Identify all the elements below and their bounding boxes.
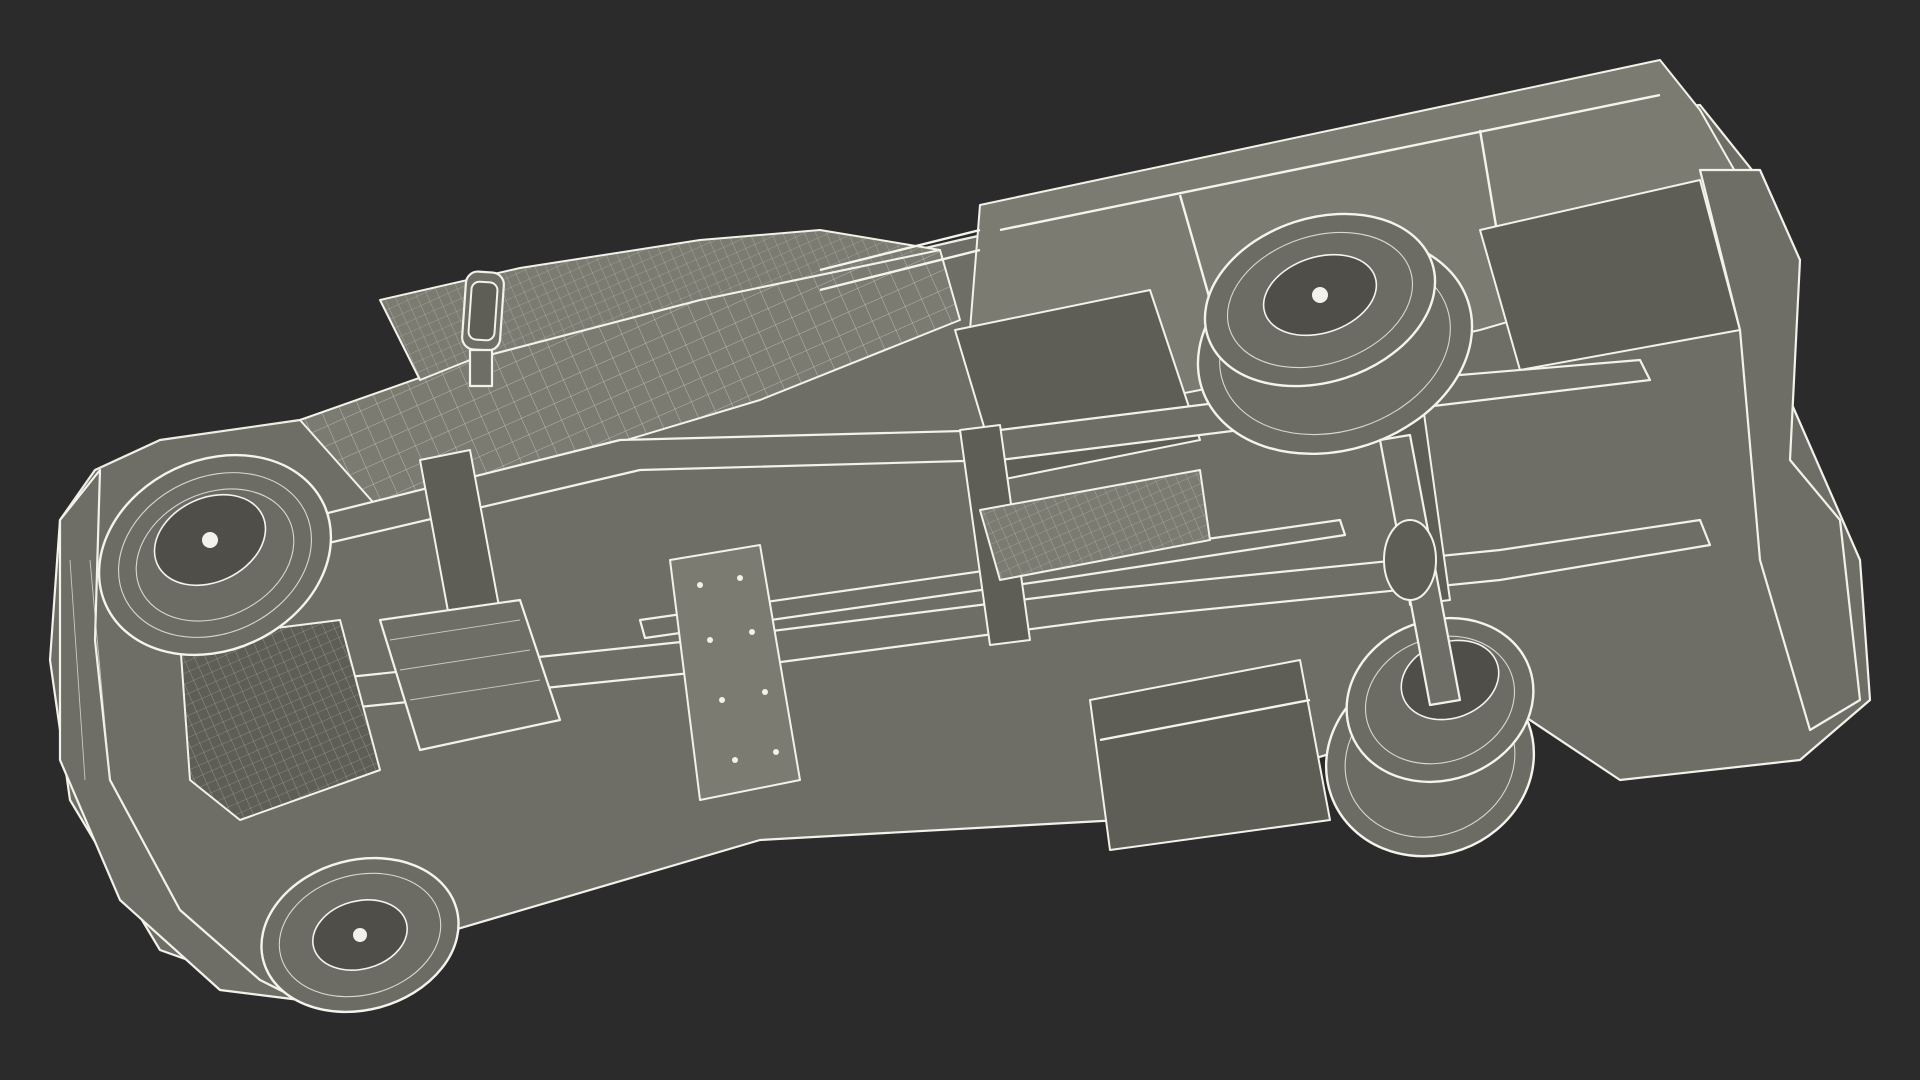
render-viewport xyxy=(0,0,1920,1080)
wireframe-render xyxy=(48,59,1872,1014)
